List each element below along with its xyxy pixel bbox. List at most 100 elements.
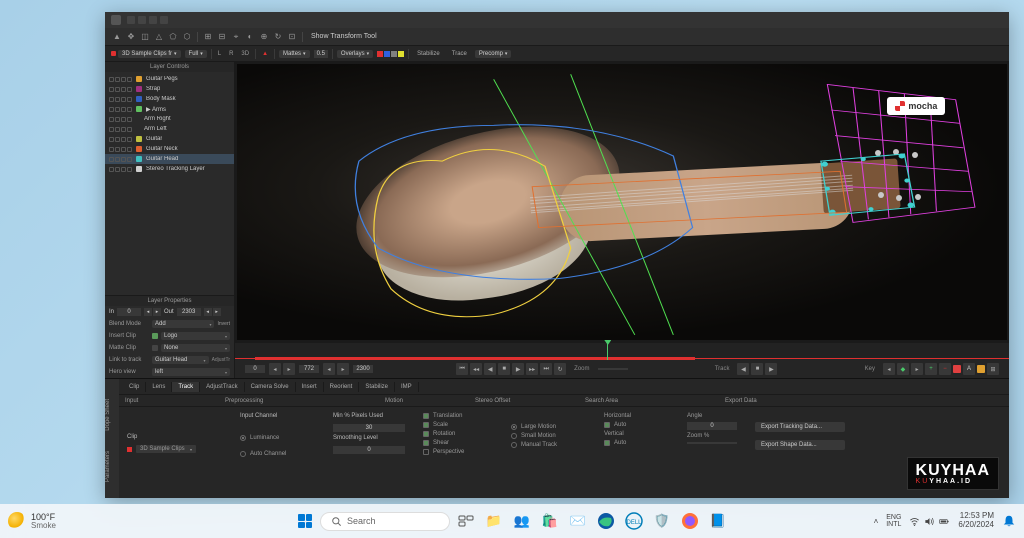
tab-imp[interactable]: IMP [395, 382, 419, 392]
tool-icon[interactable]: ↻ [272, 31, 284, 43]
tab-track[interactable]: Track [172, 382, 200, 392]
step-icon[interactable]: ◂ [269, 363, 281, 375]
manual-track-radio[interactable] [511, 442, 517, 448]
in-frame-field[interactable]: 0 [117, 308, 141, 316]
stabilize-toggle[interactable]: Stabilize [413, 50, 444, 58]
mail-icon[interactable]: ✉️ [566, 509, 590, 533]
side-tab-dope[interactable]: Dope Sheet [105, 399, 119, 431]
explorer-icon[interactable]: 📁 [482, 509, 506, 533]
tab-reorient[interactable]: Reorient [324, 382, 360, 392]
wifi-icon[interactable] [909, 516, 920, 527]
stop-icon[interactable]: ■ [498, 363, 510, 375]
tool-icon[interactable]: ⌖ [230, 31, 242, 43]
layer-item[interactable]: ▶ Arms [105, 104, 234, 114]
volume-icon[interactable] [924, 516, 935, 527]
out-frame-field[interactable]: 2303 [177, 308, 201, 316]
track-clip-dropdown[interactable]: 3D Sample Clips [136, 445, 196, 453]
edge-icon[interactable] [594, 509, 618, 533]
tool-icon[interactable]: ✥ [125, 31, 137, 43]
track-fwd-icon[interactable]: ▶ [765, 363, 777, 375]
layer-item[interactable]: Guitar Neck [105, 144, 234, 154]
tool-icon[interactable]: ◐ [244, 31, 256, 43]
notification-icon[interactable] [1002, 514, 1016, 528]
overlays-dropdown[interactable]: Overlays [337, 50, 373, 58]
trace-toggle[interactable]: Trace [448, 50, 471, 58]
tab-solve[interactable]: Camera Solve [245, 382, 296, 392]
viewer-canvas[interactable]: mocha [237, 64, 1007, 340]
timeline-ruler[interactable] [235, 343, 1009, 359]
layer-item[interactable]: Strap [105, 84, 234, 94]
step-back-icon[interactable]: ◂◂ [470, 363, 482, 375]
tool-icon[interactable]: △ [153, 31, 165, 43]
rewind-icon[interactable]: ⏮ [456, 363, 468, 375]
task-view-icon[interactable] [454, 509, 478, 533]
track-back-icon[interactable]: ◀ [737, 363, 749, 375]
tab-clip[interactable]: Clip [123, 382, 146, 392]
frame-current[interactable]: 772 [299, 365, 319, 373]
weather-widget[interactable]: 100°FSmoke [8, 512, 56, 530]
taskbar-clock[interactable]: 12:53 PM6/20/2024 [958, 512, 994, 530]
start-button[interactable] [294, 510, 316, 532]
search-icon [331, 516, 342, 527]
hero-view-dropdown[interactable]: left [152, 368, 230, 376]
layer-item[interactable]: Guitar Pegs [105, 74, 234, 84]
side-tab-params[interactable]: Parameters [105, 451, 119, 482]
firefox-icon[interactable] [678, 509, 702, 533]
layer-item[interactable]: Body Mask [105, 94, 234, 104]
layer-item[interactable]: Guitar Head [105, 154, 234, 164]
scale-check[interactable] [423, 422, 429, 428]
security-icon[interactable]: 🛡️ [650, 509, 674, 533]
view-mode-dropdown[interactable]: Full [185, 50, 207, 58]
mattes-dropdown[interactable]: Mattes [279, 50, 310, 58]
matte-clip-dropdown[interactable]: None [161, 344, 230, 352]
app-icon[interactable]: 📘 [706, 509, 730, 533]
tool-icon[interactable]: ⬠ [167, 31, 179, 43]
tool-icon[interactable]: ⊞ [202, 31, 214, 43]
precomp-dropdown[interactable]: Precomp [475, 50, 512, 58]
small-motion-radio[interactable] [511, 433, 517, 439]
layer-item[interactable]: Arm Left [105, 124, 234, 134]
tool-icon[interactable]: ⊡ [286, 31, 298, 43]
step-fwd-icon[interactable]: ▸▸ [526, 363, 538, 375]
tab-adjust[interactable]: AdjustTrack [200, 382, 244, 392]
tool-icon[interactable]: ⊟ [216, 31, 228, 43]
large-motion-radio[interactable] [511, 424, 517, 430]
layer-item[interactable]: Guitar [105, 134, 234, 144]
rotation-check[interactable] [423, 431, 429, 437]
tab-insert[interactable]: Insert [296, 382, 324, 392]
layer-item[interactable]: Stereo Tracking Layer [105, 164, 234, 174]
min-pixels-field[interactable]: 30 [333, 424, 405, 432]
tool-icon[interactable]: ⊕ [258, 31, 270, 43]
play-back-icon[interactable]: ◀ [484, 363, 496, 375]
taskbar-search[interactable]: Search [320, 512, 450, 531]
app-icon[interactable]: 🛍️ [538, 509, 562, 533]
blend-mode-dropdown[interactable]: Add [152, 320, 214, 328]
end-icon[interactable]: ⏭ [540, 363, 552, 375]
battery-icon[interactable] [939, 516, 950, 527]
layer-item[interactable]: Arm Right [105, 114, 234, 124]
frame-end[interactable]: 2300 [353, 365, 373, 373]
translation-check[interactable] [423, 413, 429, 419]
perspective-check[interactable] [423, 449, 429, 455]
insert-clip-dropdown[interactable]: Logo [161, 332, 230, 340]
angle-field[interactable]: 0 [687, 422, 737, 430]
dell-icon[interactable]: DELL [622, 509, 646, 533]
export-tracking-button[interactable]: Export Tracking Data... [755, 422, 845, 432]
clip-dropdown[interactable]: 3D Sample Clips fr [118, 50, 181, 58]
shear-check[interactable] [423, 440, 429, 446]
frame-start[interactable]: 0 [245, 365, 265, 373]
play-icon[interactable]: ▶ [512, 363, 524, 375]
language-indicator[interactable]: ENGINTL [886, 514, 901, 528]
teams-icon[interactable]: 👥 [510, 509, 534, 533]
tray-chevron-icon[interactable]: ˄ [874, 517, 879, 526]
smoothing-field[interactable]: 0 [333, 446, 405, 454]
tool-icon[interactable]: ⬡ [181, 31, 193, 43]
tab-lens[interactable]: Lens [146, 382, 172, 392]
zoom-field[interactable] [687, 442, 737, 444]
tool-icon[interactable]: ◫ [139, 31, 151, 43]
loop-icon[interactable]: ↻ [554, 363, 566, 375]
pointer-tool-icon[interactable]: ▲ [111, 31, 123, 43]
link-track-dropdown[interactable]: Guitar Head [152, 356, 209, 364]
tab-stabilize[interactable]: Stabilize [359, 382, 395, 392]
export-shape-button[interactable]: Export Shape Data... [755, 440, 845, 450]
